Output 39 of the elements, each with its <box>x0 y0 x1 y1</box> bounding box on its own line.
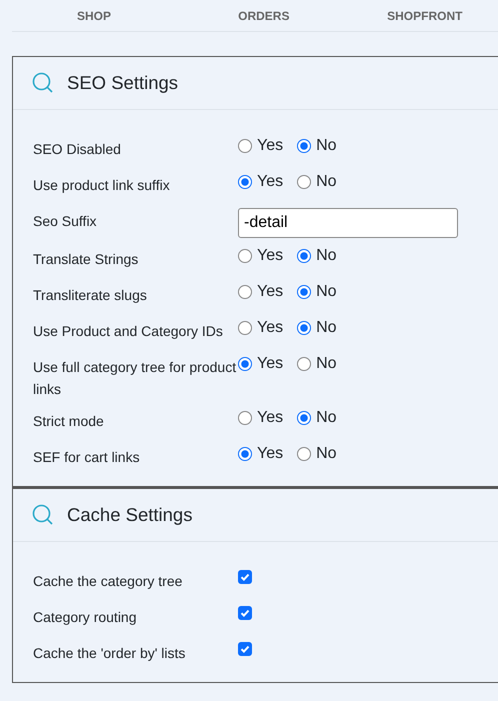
checkbox[interactable] <box>238 642 252 656</box>
radio-option[interactable]: No <box>297 169 337 195</box>
field-label: Use product link suffix <box>33 176 171 195</box>
nav-tab[interactable]: SHOPFRONT <box>352 0 498 31</box>
radio-option[interactable]: No <box>297 441 337 467</box>
radio-option[interactable]: Yes <box>238 441 284 467</box>
checkbox[interactable] <box>238 570 252 584</box>
text-field[interactable]: -detail <box>238 208 458 238</box>
field-label: SEO Disabled <box>33 140 122 159</box>
radio-option[interactable]: Yes <box>238 169 284 195</box>
nav-tab[interactable]: SHOP <box>12 0 176 31</box>
field-label: Use Product and Category IDs <box>33 322 224 341</box>
field-label: Translate Strings <box>33 250 140 269</box>
radio-option[interactable]: No <box>297 243 337 269</box>
radio-option[interactable]: Yes <box>238 279 284 305</box>
search-icon <box>32 72 54 94</box>
radio-option[interactable]: No <box>297 133 337 159</box>
field-label: Cache the category tree <box>33 572 184 591</box>
field-label: Seo Suffix <box>33 212 98 231</box>
field-label: Cache the 'order by' lists <box>33 644 186 663</box>
radio-option[interactable]: Yes <box>238 133 284 159</box>
search-icon <box>32 504 54 526</box>
field-label: Transliterate slugs <box>33 286 148 305</box>
checkbox[interactable] <box>238 606 252 620</box>
panel-title: SEO Settings <box>67 71 178 96</box>
field-label: Category routing <box>33 608 138 627</box>
radio-option[interactable]: No <box>297 279 337 305</box>
radio-option[interactable]: No <box>297 351 337 377</box>
radio-option[interactable]: No <box>297 405 337 431</box>
radio-option[interactable]: Yes <box>238 243 284 269</box>
panel-title: Cache Settings <box>67 503 192 528</box>
radio-option[interactable]: No <box>297 315 337 341</box>
radio-option[interactable]: Yes <box>238 351 284 377</box>
nav-tab[interactable]: ORDERS <box>176 0 352 31</box>
radio-option[interactable]: Yes <box>238 405 284 431</box>
radio-option[interactable]: Yes <box>238 315 284 341</box>
field-label: Use full category tree for product links <box>33 358 238 399</box>
field-label: SEF for cart links <box>33 448 141 467</box>
field-label: Strict mode <box>33 412 105 431</box>
